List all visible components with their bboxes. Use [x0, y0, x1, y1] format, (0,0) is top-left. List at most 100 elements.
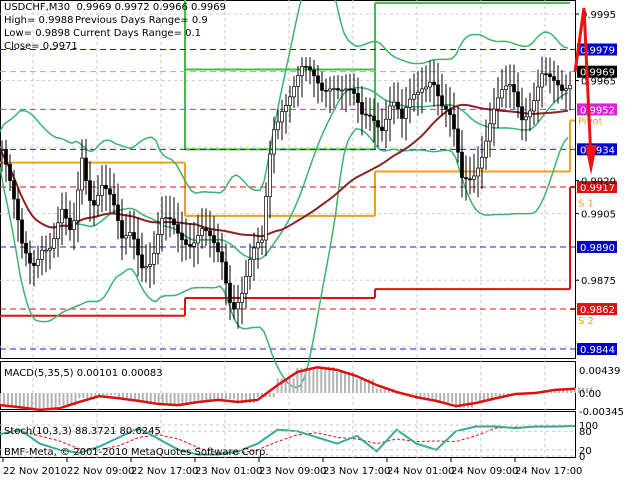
- candle: [152, 252, 156, 265]
- candle: [548, 73, 552, 77]
- candle: [496, 97, 500, 110]
- candle: [112, 193, 116, 206]
- candle: [460, 151, 464, 178]
- current-days-range: Current Days Range= 0.1: [73, 28, 202, 39]
- candle: [272, 129, 276, 155]
- time-label: 23 Nov 09:00: [259, 466, 326, 477]
- close-value: Close= 0.9971: [4, 41, 78, 52]
- price-label: 0.9862: [580, 305, 615, 316]
- candle: [212, 235, 216, 244]
- candle: [416, 91, 420, 95]
- candle: [92, 200, 96, 206]
- candle: [344, 88, 348, 91]
- stoch-tick-label: 80: [579, 427, 592, 438]
- candle: [488, 123, 492, 142]
- candle: [392, 101, 396, 107]
- candle: [512, 84, 516, 93]
- candle: [196, 235, 200, 244]
- chart-window[interactable]: 22 Nov 2010 22 Nov 09:00 22 Nov 17:00 23 No…: [0, 0, 640, 480]
- candle: [84, 157, 88, 182]
- candle: [96, 195, 100, 206]
- candle: [292, 86, 296, 98]
- price-label: 0.9934: [580, 145, 615, 156]
- previous-days-range: Previous Days Range= 0.9: [75, 15, 208, 26]
- candle: [104, 185, 108, 190]
- candle: [360, 102, 364, 115]
- candle: [44, 249, 48, 252]
- candle: [144, 266, 148, 269]
- candle: [340, 89, 344, 92]
- candle: [304, 66, 308, 68]
- time-label: 22 Nov 09:00: [67, 466, 134, 477]
- candle: [312, 69, 316, 77]
- candle: [60, 208, 64, 224]
- candle: [168, 217, 172, 220]
- candle: [80, 157, 84, 191]
- macd-tick-label: 0.00439: [579, 366, 620, 377]
- candle: [12, 180, 16, 200]
- candle: [128, 232, 132, 237]
- chart-canvas[interactable]: 22 Nov 2010 22 Nov 09:0022 Nov 17:0023 No…: [0, 0, 640, 480]
- candle: [408, 98, 412, 108]
- candle: [376, 120, 380, 128]
- candle: [476, 167, 480, 177]
- candle: [124, 235, 128, 239]
- s1-label: S 1: [578, 199, 594, 210]
- candle: [200, 228, 204, 236]
- candle: [40, 249, 44, 260]
- candle: [0, 148, 4, 151]
- candle: [208, 230, 212, 236]
- candle: [464, 177, 468, 180]
- candle: [248, 259, 252, 277]
- candle: [500, 89, 504, 99]
- candle: [252, 247, 256, 260]
- candle: [504, 85, 508, 90]
- price-tick-label: 0.9920: [581, 176, 616, 187]
- candle: [264, 196, 268, 241]
- candle: [132, 232, 136, 240]
- candle: [328, 88, 332, 92]
- candle: [164, 217, 168, 220]
- candle: [24, 242, 28, 254]
- candle: [216, 242, 220, 253]
- candle: [520, 106, 524, 121]
- candle: [324, 90, 328, 92]
- candle: [140, 254, 144, 269]
- candle: [236, 302, 240, 310]
- candle: [424, 86, 428, 90]
- candle: [428, 81, 432, 88]
- candle: [556, 80, 560, 86]
- candle: [28, 252, 32, 264]
- candle: [56, 222, 60, 240]
- candle: [108, 188, 112, 195]
- price-tick-label: 0.9995: [581, 10, 616, 21]
- candle: [508, 84, 512, 87]
- candle: [256, 242, 260, 249]
- candle: [420, 88, 424, 93]
- macd-tick-label: -0.00345: [579, 407, 624, 418]
- candle: [348, 88, 352, 91]
- candle: [540, 73, 544, 88]
- symbol-line: USDCHF,M30 0.9969 0.9972 0.9966 0.9969: [4, 2, 227, 13]
- candle: [492, 108, 496, 125]
- candle: [148, 264, 152, 267]
- candle: [356, 93, 360, 103]
- candle: [288, 96, 292, 106]
- price-label: 0.9952: [580, 105, 615, 116]
- candle: [136, 238, 140, 256]
- time-label: 24 Nov 01:00: [387, 466, 454, 477]
- candle: [380, 126, 384, 132]
- candle: [456, 128, 460, 153]
- candle: [116, 204, 120, 221]
- candle: [388, 105, 392, 120]
- candle: [412, 94, 416, 100]
- macd-title: MACD(5,35,5) 0.00101 0.00083: [4, 368, 163, 379]
- candle: [332, 88, 336, 90]
- candle: [156, 234, 160, 254]
- candle: [228, 282, 232, 303]
- candle: [224, 261, 228, 284]
- candle: [76, 189, 80, 222]
- candle: [528, 110, 532, 118]
- time-label: 23 Nov 17:00: [323, 466, 390, 477]
- candle: [296, 75, 300, 87]
